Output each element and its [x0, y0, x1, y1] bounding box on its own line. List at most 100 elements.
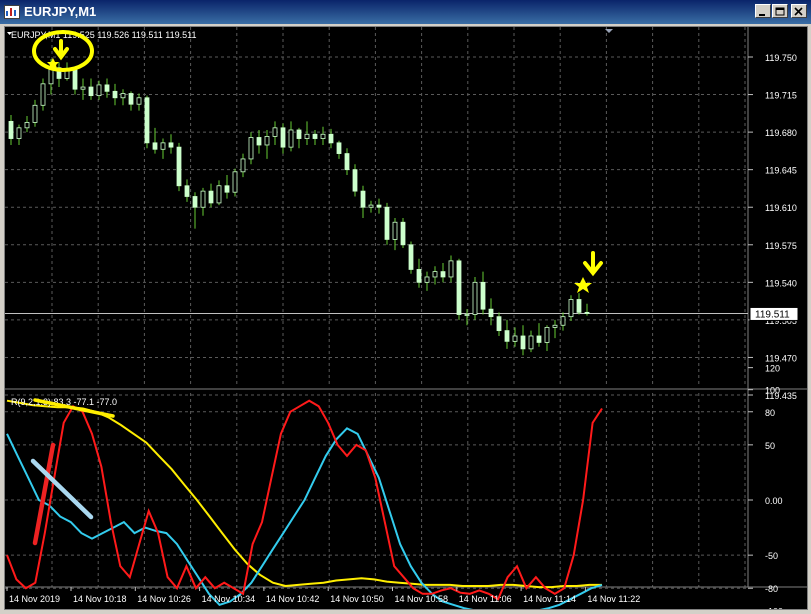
candle-bull: [120, 93, 126, 99]
candle-bear: [72, 69, 78, 90]
close-button[interactable]: [791, 4, 807, 18]
candle-bear: [336, 142, 342, 154]
candle-bear: [384, 206, 390, 240]
candle-bear: [344, 153, 350, 171]
chart-canvas[interactable]: 119.750 119.715 119.680 119.645 119.610 119.5…: [5, 27, 807, 614]
indicator-level-label: -100: [765, 606, 783, 609]
candle-bear: [456, 260, 462, 315]
minimize-button[interactable]: [755, 4, 771, 18]
candle-bull: [288, 129, 294, 148]
maximize-button[interactable]: [772, 4, 788, 18]
candle-bull: [528, 335, 534, 350]
candle-bear: [296, 129, 302, 139]
chart-area[interactable]: 119.750 119.715 119.680 119.645 119.610 119.5…: [4, 26, 808, 614]
candle-bear: [496, 316, 502, 332]
pane-splitter[interactable]: [5, 390, 748, 392]
close-icon: [794, 7, 803, 16]
time-label: 14 Nov 10:26: [137, 594, 191, 604]
current-price-label: 119.511: [749, 306, 799, 321]
indicator-level-label: 120: [765, 364, 780, 374]
candle-bear: [128, 93, 134, 105]
candle-bear: [584, 311, 590, 314]
candle-bear: [112, 90, 118, 99]
candle-bear: [352, 169, 358, 192]
chart-shift-marker-icon[interactable]: [605, 29, 613, 33]
grid: [5, 27, 748, 589]
candle-bull: [200, 190, 206, 208]
candle-bull: [264, 136, 270, 146]
window-titlebar[interactable]: EURJPY,M1: [0, 0, 811, 24]
candle-bull: [136, 97, 142, 105]
candle-bear: [576, 299, 582, 313]
candle-bull: [304, 133, 310, 139]
price-level-label: 119.610: [765, 203, 797, 213]
candle-bear: [144, 97, 150, 144]
candle-bear: [480, 281, 486, 310]
indicator-level-label: 80: [765, 408, 775, 418]
candle-bull: [240, 158, 246, 173]
time-label: 14 Nov 11:22: [587, 594, 640, 604]
indicator-lines: [6, 399, 603, 612]
candle-bear: [504, 330, 510, 342]
candle-bull: [560, 316, 566, 326]
annotation-red-line[interactable]: [32, 442, 56, 546]
down-arrow-icon: [583, 251, 603, 277]
indicator-level-label: 100: [765, 386, 780, 396]
time-label: 14 Nov 10:34: [202, 594, 256, 604]
candle-bear: [520, 335, 526, 350]
price-level-label: 119.750: [765, 53, 797, 63]
candle-bull: [16, 127, 22, 139]
candle-bull: [464, 314, 470, 316]
candle-bull: [432, 271, 438, 278]
annotation-arrow-star[interactable]: [574, 251, 603, 293]
candle-bull: [392, 221, 398, 240]
maximize-icon: [775, 7, 785, 16]
candle-bear: [168, 142, 174, 148]
candle-bear: [312, 133, 318, 139]
price-level-label: 119.715: [765, 91, 797, 101]
indicator-line-yellow: [6, 399, 602, 589]
indicator-level-label: 0.00: [765, 496, 783, 506]
candle-bull: [544, 326, 550, 343]
candle-bear: [88, 86, 94, 97]
time-label: 14 Nov 10:50: [330, 594, 384, 604]
candle-bull: [368, 204, 374, 208]
candle-bear: [416, 269, 422, 283]
candle-bear: [400, 221, 406, 246]
candle-bear: [256, 137, 262, 146]
candle-bear: [184, 185, 190, 197]
candle-bull: [40, 83, 46, 106]
time-axis: 14 Nov 2019 14 Nov 10:18 14 Nov 10:26 14 No…: [6, 587, 640, 604]
indicator-level-label: -50: [765, 551, 778, 561]
candle-bear: [360, 190, 366, 208]
current-price-text: 119.511: [755, 309, 790, 320]
candle-bull: [568, 299, 574, 318]
candle-bull: [160, 142, 166, 150]
candle-bear: [152, 142, 158, 150]
candle-bull: [472, 281, 478, 315]
candle-bull: [96, 84, 102, 97]
candle-bull: [512, 335, 518, 342]
candle-bull: [24, 122, 30, 129]
time-label: 14 Nov 10:58: [395, 594, 449, 604]
candle-bull: [248, 137, 254, 160]
candle-bear: [208, 190, 214, 204]
candle-bear: [224, 185, 230, 193]
candle-bull: [232, 171, 238, 193]
indicator-level-label: -80: [765, 584, 778, 594]
price-level-label: 119.540: [765, 278, 797, 288]
candle-bear: [488, 308, 494, 318]
chart-window-icon: [4, 5, 20, 19]
candle-bull: [320, 133, 326, 139]
candle-bull: [272, 127, 278, 137]
candle-bear: [536, 335, 542, 343]
candle-bull: [80, 86, 86, 90]
indicator-line-cyan: [6, 427, 603, 612]
candle-bear: [408, 244, 414, 270]
down-arrow-icon: [53, 39, 69, 61]
candle-bear: [176, 146, 182, 187]
candle-bear: [440, 271, 446, 278]
price-scale[interactable]: 119.750 119.715 119.680 119.645 119.610 119.5…: [748, 53, 797, 401]
candle-bull: [424, 276, 430, 283]
candle-bull: [216, 185, 222, 204]
